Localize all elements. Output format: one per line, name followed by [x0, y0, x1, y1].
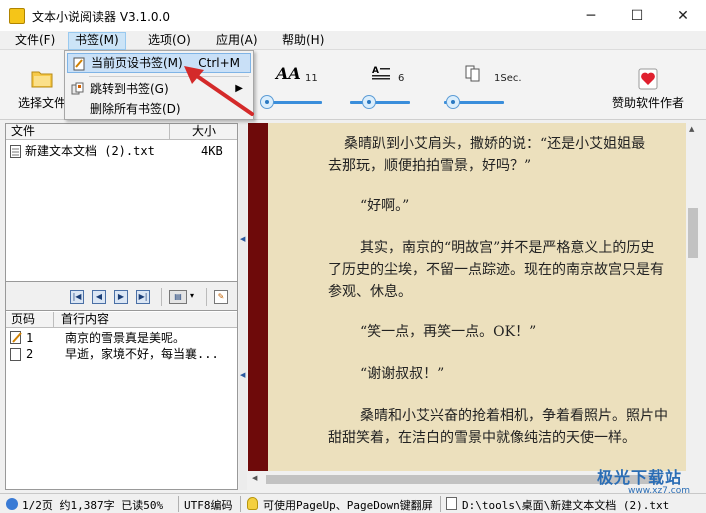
file-row[interactable]: 新建文本文档 (2).txt 4KB	[10, 143, 235, 159]
file-list-header: 文件 大小	[6, 124, 237, 140]
goto-bookmark-label: 跳转到书签(G)	[90, 82, 169, 96]
text-line: “好啊。”	[360, 198, 410, 214]
bookmark-page: 2	[26, 347, 34, 361]
text-line: 了历史的尘埃，不留一点踪迹。现在的南京故宫只是有	[328, 262, 664, 278]
scroll-up-icon[interactable]: ▲	[689, 125, 694, 133]
file-path: D:\tools\桌面\新建文本文档 (2).txt	[462, 499, 670, 512]
page-column-header[interactable]: 页码	[11, 312, 35, 327]
text-file-icon	[10, 145, 21, 158]
file-size: 4KB	[201, 144, 223, 158]
line-spacing-slider-knob[interactable]	[362, 95, 376, 109]
collapse-left-icon[interactable]: ◀	[240, 235, 245, 243]
reader-area[interactable]: 桑晴趴到小艾肩头，撒娇的说：“还是小艾姐姐最 去那玩，顺便拍拍雪景，好吗？” “…	[248, 123, 686, 471]
status-bar: 1/2页 约1,387字 已读50% UTF8编码 可使用PageUp、Page…	[0, 493, 706, 513]
prev-bookmark-icon[interactable]: ◀	[92, 290, 106, 304]
page-icon	[10, 348, 21, 361]
svg-text:A: A	[372, 66, 379, 76]
edit-bookmark-icon[interactable]: ✎	[214, 290, 228, 304]
annotation-arrow	[184, 66, 254, 116]
bookmark-goto-icon	[71, 82, 84, 95]
bookmark-text: 早逝，家境不好，每当襄...	[65, 347, 219, 361]
sponsor-button[interactable]: 赞助软件作者	[608, 68, 688, 111]
info-icon	[6, 498, 18, 510]
line-spacing-icon: A	[371, 64, 391, 85]
bookmark-text: 南京的雪景真是美呢。	[65, 331, 186, 345]
encoding-info: UTF8编码	[184, 499, 233, 512]
first-line-column-header[interactable]: 首行内容	[61, 312, 109, 327]
open-file-label: 选择文件	[17, 96, 66, 110]
lightbulb-icon	[247, 497, 258, 510]
bookmark-edit-icon	[10, 331, 22, 344]
set-bookmark-label: 当前页设书签(M)	[91, 56, 183, 70]
bookmark-menu-icon[interactable]: ▤	[169, 290, 187, 304]
file-icon	[446, 497, 457, 510]
open-file-button[interactable]: 选择文件	[14, 68, 70, 111]
hint-text: 可使用PageUp、PageDown键翻屏	[263, 499, 433, 512]
app-icon	[9, 8, 25, 24]
first-bookmark-icon[interactable]: |◀	[70, 290, 84, 304]
size-column-header[interactable]: 大小	[192, 124, 216, 139]
page-info: 1/2页 约1,387字 已读50%	[22, 499, 164, 512]
book-spine	[248, 123, 268, 471]
left-panel: 文件 大小 新建文本文档 (2).txt 4KB |◀ ◀ ▶ ▶| ▤ ▾ ✎…	[5, 123, 238, 490]
font-size-icon: AA	[276, 64, 301, 83]
line-spacing-slider[interactable]	[350, 101, 410, 104]
menu-bar: 文件(F) 书签(M) 选项(O) 应用(A) 帮助(H)	[0, 31, 706, 50]
vertical-scroll-thumb[interactable]	[688, 208, 698, 258]
menu-options[interactable]: 选项(O)	[142, 32, 197, 50]
dropdown-arrow-icon[interactable]: ▾	[190, 291, 194, 300]
menu-help[interactable]: 帮助(H)	[276, 32, 330, 50]
window-title: 文本小说阅读器 V3.1.0.0	[32, 10, 171, 24]
vertical-scrollbar[interactable]: ▲	[686, 123, 700, 471]
bookmark-page: 1	[26, 331, 34, 345]
scroll-interval-slider-knob[interactable]	[446, 95, 460, 109]
menu-file[interactable]: 文件(F)	[9, 32, 61, 50]
panel-splitter[interactable]: ◀ ◀	[239, 123, 247, 490]
maximize-button[interactable]: ☐	[614, 0, 660, 31]
scroll-left-icon[interactable]: ◀	[252, 474, 257, 482]
folder-icon	[31, 71, 53, 88]
sponsor-label: 赞助软件作者	[611, 96, 684, 110]
title-bar: 文本小说阅读器 V3.1.0.0 ─ ☐ ✕	[0, 0, 706, 31]
watermark-logo: 极光下载站	[597, 468, 683, 487]
text-line: 桑晴和小艾兴奋的抢着相机，争着看照片。照片中	[360, 408, 668, 424]
text-line: “谢谢叔叔！”	[360, 366, 445, 382]
menu-bookmark[interactable]: 书签(M)	[68, 32, 126, 50]
collapse-right-icon[interactable]: ◀	[240, 371, 245, 379]
line-spacing-value: 6	[398, 73, 405, 84]
heart-icon	[638, 68, 658, 90]
bookmark-nav-bar: |◀ ◀ ▶ ▶| ▤ ▾ ✎	[6, 281, 237, 311]
close-button[interactable]: ✕	[660, 0, 706, 31]
auto-scroll-icon	[465, 64, 485, 85]
menu-apps[interactable]: 应用(A)	[210, 32, 264, 50]
text-line: 其实，南京的“明故宫”并不是严格意义上的历史	[360, 240, 655, 256]
last-bookmark-icon[interactable]: ▶|	[136, 290, 150, 304]
text-line: 甜甜笑着，在洁白的雪景中就像纯洁的天使一样。	[328, 430, 636, 446]
file-column-header[interactable]: 文件	[11, 124, 35, 139]
file-name: 新建文本文档 (2).txt	[25, 144, 155, 158]
font-size-slider-knob[interactable]	[260, 95, 274, 109]
delete-all-bookmarks-label: 删除所有书签(D)	[90, 102, 181, 116]
minimize-button[interactable]: ─	[568, 0, 614, 31]
bookmark-list-header: 页码 首行内容	[6, 312, 237, 328]
scroll-interval-value: 1Sec.	[494, 73, 522, 84]
text-line: 参观、休息。	[328, 284, 412, 300]
bookmark-row[interactable]: 2 早逝，家境不好，每当襄...	[10, 346, 235, 362]
next-bookmark-icon[interactable]: ▶	[114, 290, 128, 304]
bookmark-add-icon	[73, 57, 85, 71]
text-line: 桑晴趴到小艾肩头，撒娇的说：“还是小艾姐姐最	[344, 136, 646, 152]
text-line: 去那玩，顺便拍拍雪景，好吗？”	[328, 158, 532, 174]
text-line: “笑一点，再笑一点。OK！”	[360, 324, 537, 340]
bookmark-row[interactable]: 1 南京的雪景真是美呢。	[10, 330, 235, 346]
font-size-value: 11	[305, 73, 318, 84]
